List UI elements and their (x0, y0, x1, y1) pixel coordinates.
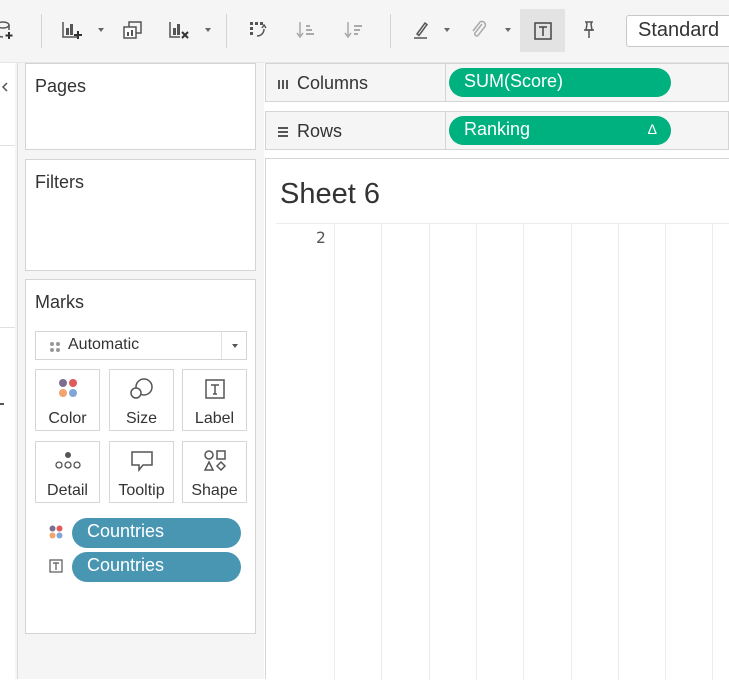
gridline (570, 224, 572, 680)
clear-sheet-icon[interactable] (167, 12, 191, 48)
rows-field-pill[interactable]: Ranking Δ (449, 116, 671, 145)
cards-column: Pages Filters Marks Automatic Color Size (18, 63, 264, 679)
gridline (334, 224, 335, 680)
gridline (665, 224, 667, 680)
detail-button[interactable]: Detail (35, 441, 100, 503)
data-pane-divider (0, 145, 15, 146)
clear-sheet-dropdown-icon[interactable] (205, 28, 211, 32)
color-button[interactable]: Color (35, 369, 100, 431)
marks-card: Marks Automatic Color Size Label Detail … (25, 279, 256, 634)
columns-shelf[interactable]: Columns SUM(Score) (265, 63, 729, 102)
shape-button-label: Shape (191, 482, 238, 499)
detail-button-label: Detail (47, 482, 88, 499)
data-pane (0, 63, 18, 679)
fit-select[interactable]: Standard (626, 15, 729, 47)
marks-card-title: Marks (35, 292, 84, 312)
show-mark-labels-icon[interactable] (520, 9, 565, 52)
columns-icon (277, 77, 289, 95)
detail-icon (36, 450, 99, 472)
shape-icon (183, 450, 246, 472)
rows-icon (277, 125, 289, 143)
highlight-dropdown-icon[interactable] (444, 28, 450, 32)
pages-card[interactable]: Pages (25, 63, 256, 150)
dropdown-divider (221, 332, 222, 359)
collapse-pane-icon[interactable] (0, 79, 10, 97)
label-field-pill[interactable]: Countries (72, 552, 241, 582)
pages-card-title: Pages (35, 76, 87, 96)
new-worksheet-icon[interactable] (60, 12, 84, 48)
sheet-title[interactable]: Sheet 6 (280, 178, 380, 211)
data-pane-divider (0, 327, 15, 328)
mark-type-dropdown[interactable]: Automatic (35, 331, 247, 360)
gridline (617, 224, 619, 680)
label-button[interactable]: Label (182, 369, 247, 431)
tooltip-button[interactable]: Tooltip (109, 441, 174, 503)
label-encoding-icon (49, 559, 63, 578)
color-icon (36, 378, 99, 400)
tooltip-icon (110, 450, 173, 472)
rows-shelf-label: Rows (297, 121, 343, 141)
tooltip-button-label: Tooltip (118, 482, 165, 499)
new-data-source-icon[interactable] (0, 12, 16, 48)
toolbar-separator (41, 14, 42, 48)
label-button-label: Label (194, 410, 235, 427)
color-button-label: Color (48, 410, 87, 427)
automatic-mark-icon (49, 340, 61, 358)
fix-axes-icon[interactable] (576, 12, 600, 48)
group-members-dropdown-icon[interactable] (505, 28, 511, 32)
row-header-label[interactable]: 2 (316, 228, 326, 247)
toolbar-separator (390, 14, 391, 48)
duplicate-sheet-icon[interactable] (120, 12, 144, 48)
mark-type-label: Automatic (68, 336, 140, 353)
gridline (428, 224, 430, 680)
sort-descending-icon[interactable] (342, 12, 366, 48)
gridline (475, 224, 477, 680)
data-pane-body (0, 63, 15, 679)
chevron-down-icon (232, 344, 238, 348)
swap-rows-columns-icon[interactable] (246, 12, 270, 48)
title-divider (276, 223, 729, 224)
color-encoding-icon (49, 525, 63, 544)
columns-shelf-label: Columns (297, 73, 369, 93)
shape-button[interactable]: Shape (182, 441, 247, 503)
gridline (523, 224, 525, 680)
filters-card-title: Filters (35, 172, 84, 192)
gridline (712, 224, 714, 680)
group-members-icon[interactable] (467, 12, 491, 48)
truncated-text-mark (0, 403, 4, 405)
color-field-pill[interactable]: Countries (72, 518, 241, 548)
rows-field-pill-label: Ranking (464, 119, 531, 139)
filters-card[interactable]: Filters (25, 159, 256, 271)
table-calculation-delta-icon: Δ (647, 121, 657, 137)
shelf-divider (445, 112, 446, 149)
new-worksheet-dropdown-icon[interactable] (98, 28, 104, 32)
gridline (381, 224, 383, 680)
columns-field-pill[interactable]: SUM(Score) (449, 68, 671, 97)
sort-ascending-icon[interactable] (294, 12, 318, 48)
label-icon (183, 378, 246, 400)
highlight-icon[interactable] (409, 12, 433, 48)
size-button-label: Size (125, 410, 158, 427)
shelf-divider (445, 64, 446, 101)
size-button[interactable]: Size (109, 369, 174, 431)
rows-shelf[interactable]: Rows Ranking Δ (265, 111, 729, 150)
size-icon (110, 378, 173, 400)
worksheet-view[interactable]: Sheet 6 2 (265, 158, 729, 680)
toolbar: Standard (0, 0, 729, 63)
toolbar-separator (226, 14, 227, 48)
